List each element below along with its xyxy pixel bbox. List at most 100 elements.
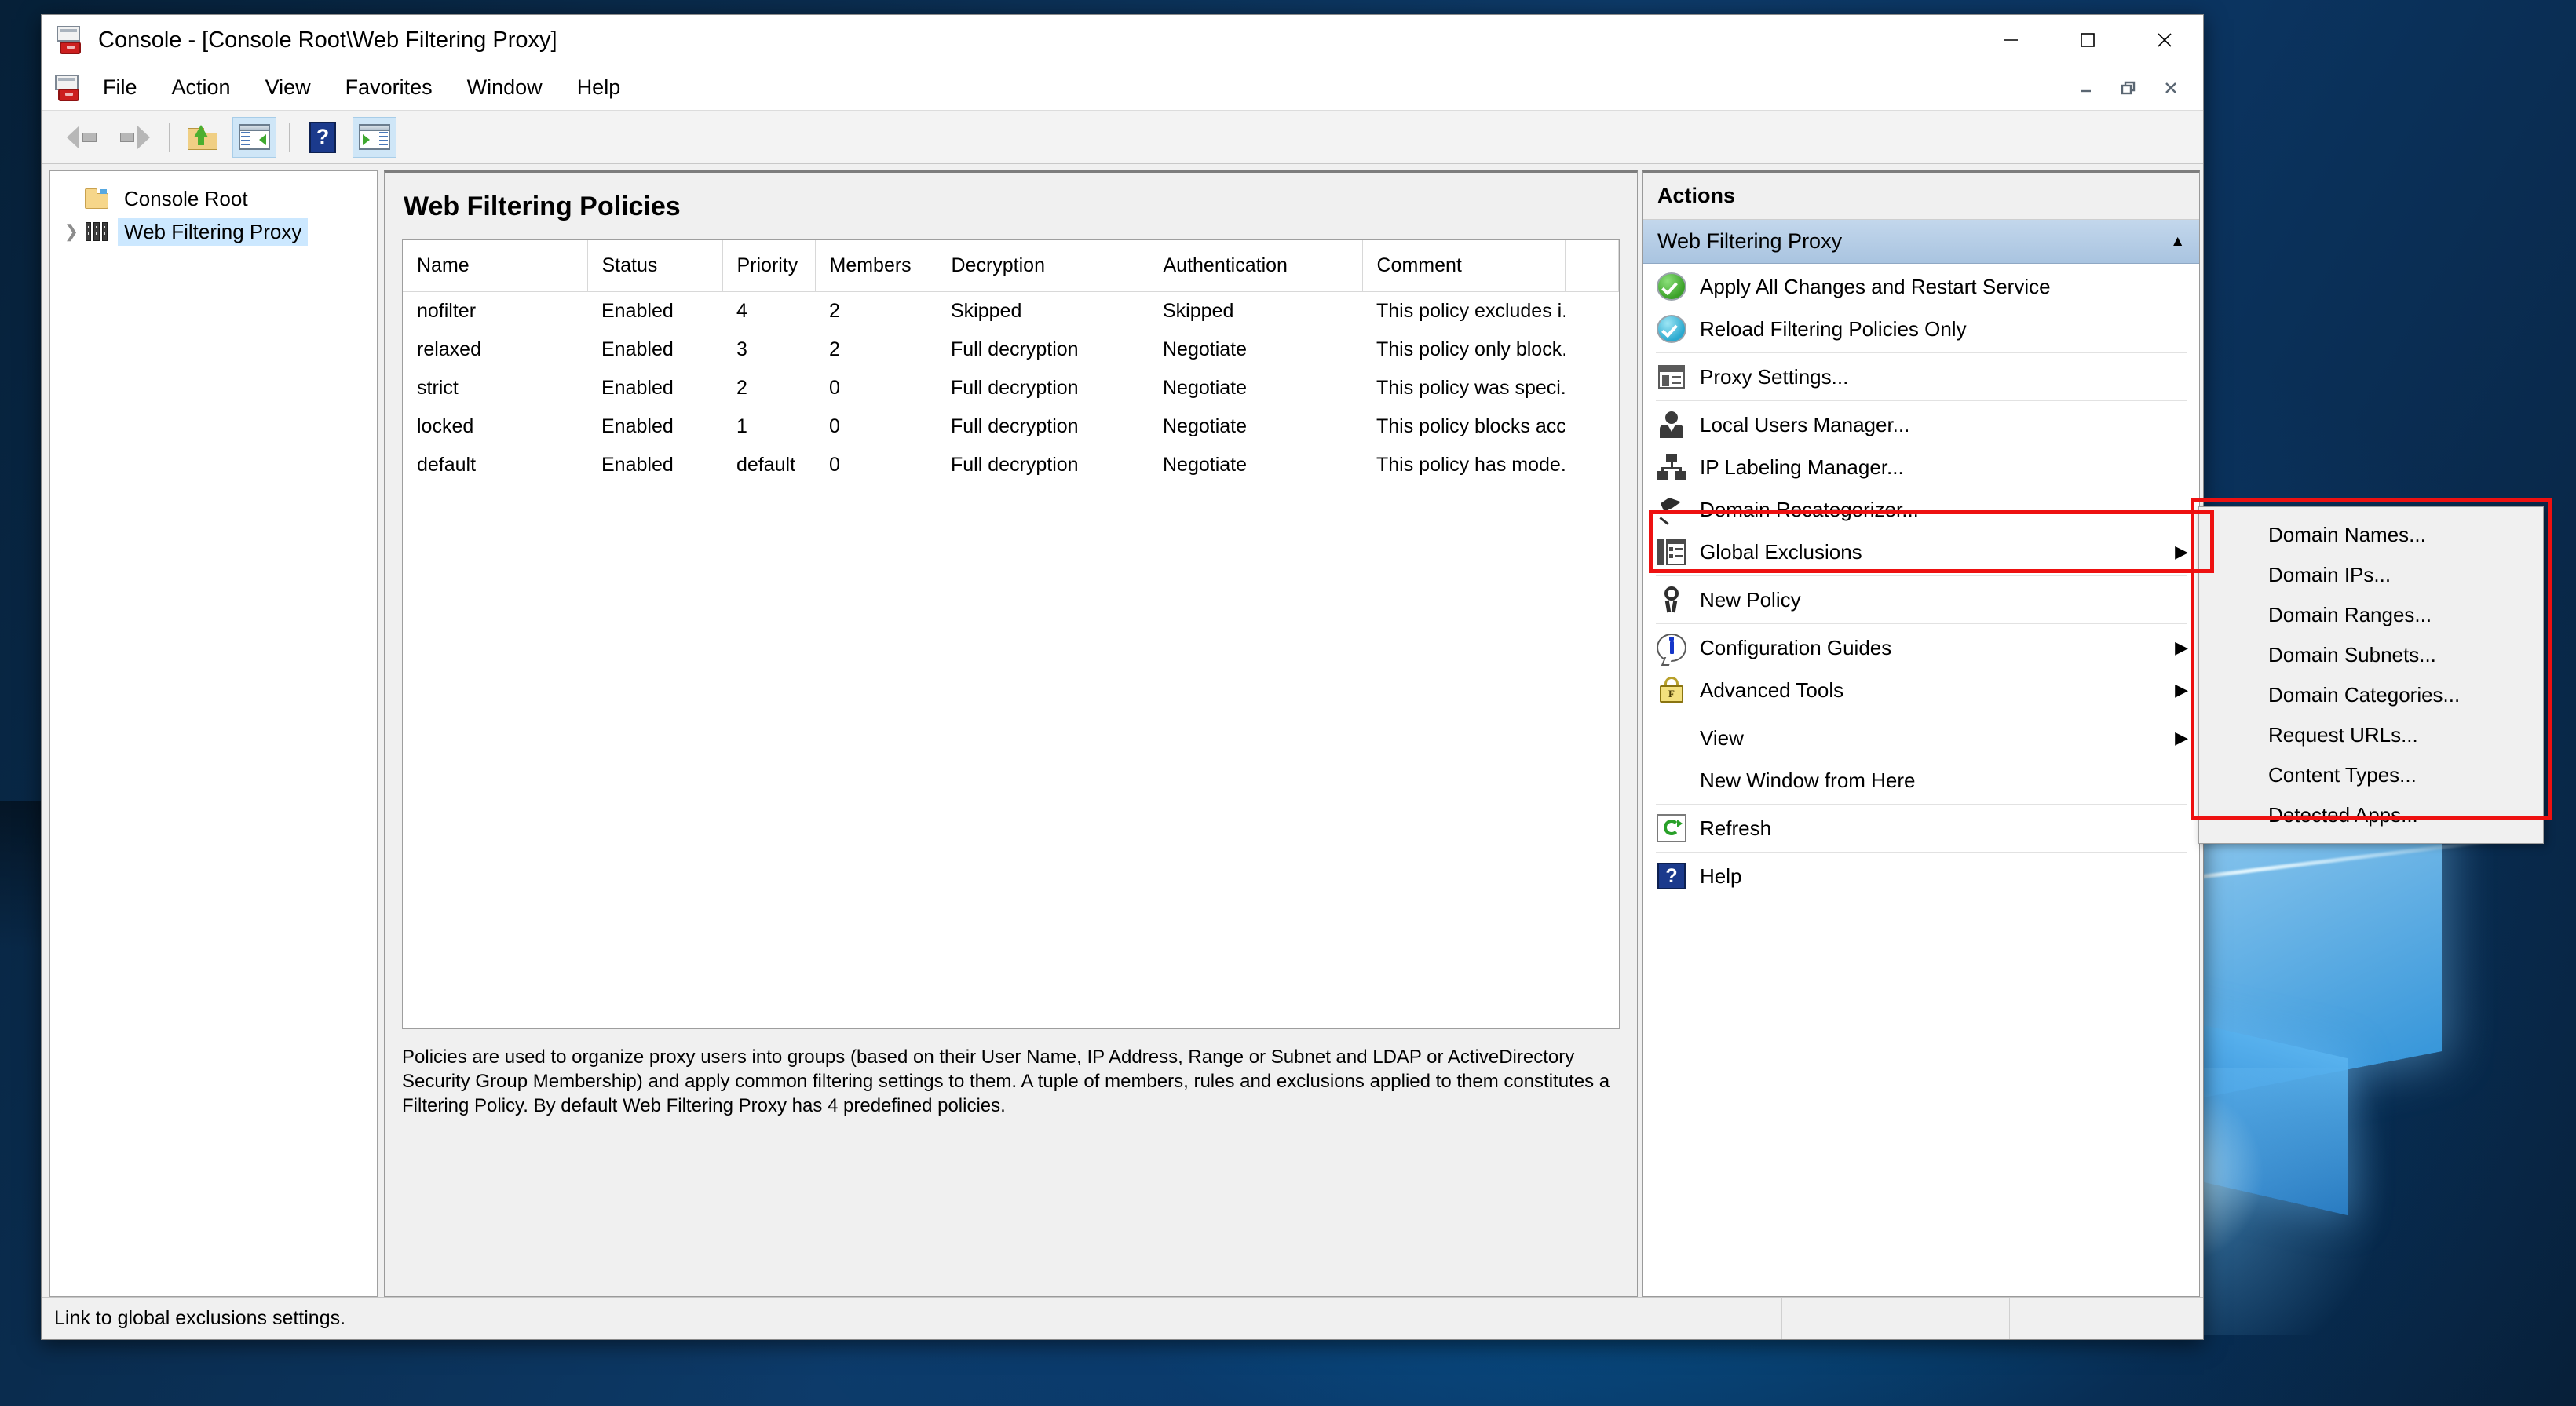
cell-name: locked — [417, 415, 474, 437]
action-refresh[interactable]: Refresh — [1643, 807, 2199, 849]
tree-item-web-filtering-proxy[interactable]: ❯ Web Filtering Proxy — [55, 215, 372, 248]
action-configuration-guides[interactable]: Configuration Guides ▶ — [1643, 626, 2199, 669]
chevron-up-icon[interactable]: ▲ — [2170, 233, 2185, 250]
menu-item-window[interactable]: Window — [451, 71, 558, 104]
cell-name: nofilter — [417, 300, 477, 322]
table-row[interactable]: locked Enabled 1 0 Full decryption Negot… — [403, 407, 1619, 446]
action-proxy-settings[interactable]: Proxy Settings... — [1643, 356, 2199, 398]
menu-item-favorites[interactable]: Favorites — [330, 71, 448, 104]
table-row[interactable]: nofilter Enabled 4 2 Skipped Skipped Thi… — [403, 292, 1619, 331]
back-arrow-icon — [67, 125, 98, 150]
action-apply-all-changes[interactable]: Apply All Changes and Restart Service — [1643, 265, 2199, 308]
result-pane: Web Filtering Policies Name Status Prior… — [384, 170, 1638, 1297]
submenu-item-domain-ips[interactable]: Domain IPs... — [2199, 555, 2543, 595]
cell-authentication: Negotiate — [1163, 377, 1248, 399]
actions-pane: Actions Web Filtering Proxy ▲ Apply All … — [1642, 170, 2200, 1297]
submenu-item-content-types[interactable]: Content Types... — [2199, 755, 2543, 795]
action-new-window-from-here[interactable]: New Window from Here — [1643, 759, 2199, 802]
tree-item-console-root[interactable]: Console Root — [55, 182, 372, 215]
chevron-right-icon[interactable]: ❯ — [60, 221, 83, 242]
green-check-icon — [1656, 272, 1687, 301]
table-row[interactable]: strict Enabled 2 0 Full decryption Negot… — [403, 369, 1619, 407]
action-new-policy[interactable]: New Policy — [1643, 579, 2199, 621]
exclusions-icon — [1656, 537, 1687, 567]
column-header-name[interactable]: Name — [403, 240, 588, 292]
back-button[interactable] — [60, 117, 104, 158]
submenu-item-detected-apps[interactable]: Detected Apps... — [2199, 795, 2543, 835]
actions-group-header[interactable]: Web Filtering Proxy ▲ — [1643, 220, 2199, 264]
show-folder-icon — [188, 124, 217, 150]
cell-priority: 4 — [736, 300, 747, 322]
right-pane-icon — [359, 124, 390, 150]
forward-button[interactable] — [112, 117, 156, 158]
close-button[interactable] — [2126, 15, 2203, 65]
action-help[interactable]: Help — [1643, 855, 2199, 897]
mdi-minimize-button[interactable] — [2065, 71, 2107, 104]
title-bar[interactable]: Console - [Console Root\Web Filtering Pr… — [42, 15, 2203, 65]
help-button[interactable] — [301, 117, 345, 158]
cell-members: 2 — [829, 300, 840, 322]
cell-priority: 3 — [736, 338, 747, 360]
folder-icon — [83, 187, 110, 210]
status-segment-3 — [2009, 1298, 2203, 1339]
action-label: Configuration Guides — [1700, 635, 1892, 659]
action-global-exclusions[interactable]: Global Exclusions ▶ — [1643, 531, 2199, 573]
help-icon — [309, 121, 336, 153]
mdi-close-button[interactable] — [2150, 71, 2192, 104]
menu-item-action[interactable]: Action — [156, 71, 247, 104]
cell-comment: This policy has mode... — [1376, 454, 1565, 476]
action-domain-recategorizer[interactable]: Domain Recategorizer... — [1643, 488, 2199, 531]
cell-comment: This policy only block... — [1376, 338, 1565, 360]
cyan-check-icon — [1656, 314, 1687, 344]
cell-authentication: Skipped — [1163, 300, 1234, 322]
table-row[interactable]: relaxed Enabled 3 2 Full decryption Nego… — [403, 331, 1619, 369]
cell-status: Enabled — [601, 454, 674, 476]
action-reload-filtering-policies[interactable]: Reload Filtering Policies Only — [1643, 308, 2199, 350]
cell-name: default — [417, 454, 477, 476]
submenu-item-request-urls[interactable]: Request URLs... — [2199, 715, 2543, 755]
up-one-level-button[interactable] — [181, 117, 225, 158]
menu-item-view[interactable]: View — [250, 71, 327, 104]
menu-item-help[interactable]: Help — [561, 71, 637, 104]
mmc-console-icon — [54, 74, 84, 101]
scope-tree-pane: Console Root ❯ Web Filtering Proxy — [49, 170, 378, 1297]
action-label: Advanced Tools — [1700, 677, 1844, 702]
column-header-comment[interactable]: Comment — [1362, 240, 1566, 292]
action-advanced-tools[interactable]: Advanced Tools ▶ — [1643, 669, 2199, 711]
action-view[interactable]: View ▶ — [1643, 717, 2199, 759]
table-row[interactable]: default Enabled default 0 Full decryptio… — [403, 446, 1619, 484]
cell-priority: 1 — [736, 415, 747, 437]
submenu-arrow-icon: ▶ — [2175, 680, 2188, 699]
left-pane-icon — [239, 124, 270, 150]
refresh-icon — [1656, 813, 1687, 843]
cell-filler — [1565, 369, 1619, 407]
network-icon — [1656, 452, 1687, 482]
action-label: New Policy — [1700, 587, 1801, 612]
action-local-users-manager[interactable]: Local Users Manager... — [1643, 404, 2199, 446]
action-ip-labeling-manager[interactable]: IP Labeling Manager... — [1643, 446, 2199, 488]
status-segment-message: Link to global exclusions settings. — [42, 1298, 1781, 1339]
column-header-members[interactable]: Members — [815, 240, 937, 292]
column-header-authentication[interactable]: Authentication — [1149, 240, 1363, 292]
tree-item-label: Console Root — [124, 186, 248, 210]
submenu-item-domain-names[interactable]: Domain Names... — [2199, 515, 2543, 555]
submenu-item-domain-ranges[interactable]: Domain Ranges... — [2199, 595, 2543, 635]
menu-item-file[interactable]: File — [87, 71, 153, 104]
action-label: Apply All Changes and Restart Service — [1700, 274, 2051, 298]
policies-list-view[interactable]: Name Status Priority Members Decryption … — [402, 239, 1620, 1029]
server-rack-icon — [83, 220, 110, 243]
minimize-button[interactable] — [1972, 15, 2049, 65]
cell-status: Enabled — [601, 300, 674, 322]
actions-list: Apply All Changes and Restart Service Re… — [1643, 264, 2199, 1296]
column-header-status[interactable]: Status — [587, 240, 723, 292]
show-hide-tree-button[interactable] — [232, 116, 276, 158]
submenu-item-domain-subnets[interactable]: Domain Subnets... — [2199, 635, 2543, 675]
column-header-priority[interactable]: Priority — [722, 240, 816, 292]
column-header-decryption[interactable]: Decryption — [937, 240, 1149, 292]
maximize-button[interactable] — [2049, 15, 2126, 65]
submenu-item-domain-categories[interactable]: Domain Categories... — [2199, 675, 2543, 715]
actions-pane-caption: Actions — [1643, 173, 2199, 220]
actions-separator — [1656, 623, 2187, 624]
mdi-restore-button[interactable] — [2107, 71, 2150, 104]
show-hide-actions-button[interactable] — [353, 116, 396, 158]
